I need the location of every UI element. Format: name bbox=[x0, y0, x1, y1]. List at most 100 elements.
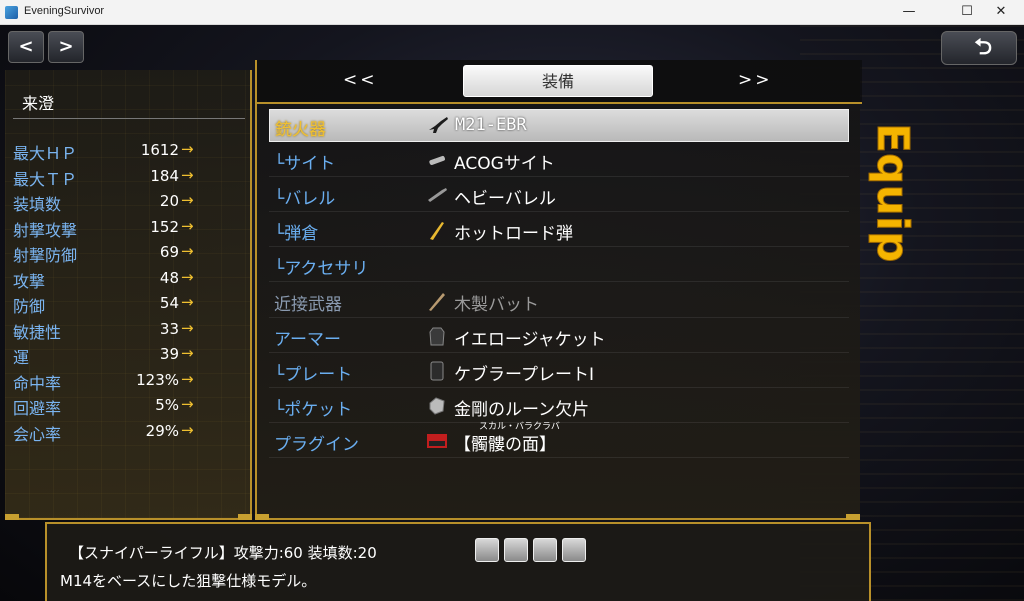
back-button[interactable]: ⮌ bbox=[941, 31, 1017, 65]
stat-label: 回避率 bbox=[13, 399, 62, 418]
slot-label: アーマー bbox=[274, 330, 341, 350]
slot-label: プラグイン bbox=[274, 435, 359, 455]
close-button[interactable]: ✕ bbox=[978, 0, 1024, 25]
next-character-button[interactable]: > bbox=[48, 31, 84, 63]
slot-row-plate[interactable]: └プレート ケブラープレートⅠ bbox=[269, 355, 849, 388]
slot-row-melee[interactable]: 近接武器 木製バット bbox=[269, 285, 849, 318]
ammo-attr-icon bbox=[504, 538, 528, 562]
plate-icon bbox=[430, 361, 444, 381]
stat-value: 54 bbox=[159, 294, 179, 312]
slot-row-accessory[interactable]: └アクセサリ bbox=[269, 249, 849, 282]
plugin-icon bbox=[427, 434, 447, 448]
sight-attr-icon bbox=[533, 538, 557, 562]
arrow-right-icon: → bbox=[181, 319, 194, 337]
tab-prev-button[interactable]: << bbox=[343, 70, 378, 90]
arrow-right-icon: → bbox=[181, 395, 194, 413]
arrow-right-icon: → bbox=[181, 370, 194, 388]
bullet-icon bbox=[430, 222, 444, 240]
stat-label: 攻撃 bbox=[13, 272, 46, 291]
tool-attr-icon bbox=[562, 538, 586, 562]
equip-side-label: Equip bbox=[867, 123, 919, 263]
slot-label: 銃火器 bbox=[275, 120, 326, 140]
stat-row: 会心率 29% → bbox=[13, 421, 245, 446]
stat-label: 会心率 bbox=[13, 425, 62, 444]
stat-row: 攻撃 48 → bbox=[13, 268, 245, 293]
arrow-right-icon: → bbox=[181, 217, 194, 235]
slot-label: └弾倉 bbox=[274, 224, 319, 244]
game-screen: < > ⮌ 来澄 最大ＨＰ 1612 → 最大ＴＰ 184 → 装填数 20 →… bbox=[0, 25, 1024, 601]
stat-label: 最大ＨＰ bbox=[13, 144, 78, 163]
stat-row: 敏捷性 33 → bbox=[13, 319, 245, 344]
scope-icon bbox=[429, 155, 445, 165]
arrow-right-icon: → bbox=[181, 140, 194, 158]
stat-value: 29% bbox=[145, 422, 179, 440]
rifle-icon bbox=[429, 117, 448, 133]
slot-row-armor[interactable]: アーマー イエロージャケット bbox=[269, 320, 849, 353]
stat-row: 防御 54 → bbox=[13, 293, 245, 318]
barrel-icon bbox=[428, 188, 447, 202]
slot-item: ヘビーバレル bbox=[454, 189, 556, 209]
app-icon bbox=[5, 6, 18, 19]
slot-row-sight[interactable]: └サイト ACOGサイト bbox=[269, 144, 849, 177]
tab-bar: << 装備 >> bbox=[257, 60, 862, 104]
stat-row: 射撃防御 69 → bbox=[13, 242, 245, 267]
jacket-icon bbox=[429, 327, 445, 346]
slot-row-firearm[interactable]: 銃火器 M21-EBR bbox=[269, 109, 849, 142]
stat-row: 最大ＨＰ 1612 → bbox=[13, 140, 245, 165]
stat-label: 装填数 bbox=[13, 195, 62, 214]
arrow-right-icon: → bbox=[181, 242, 194, 260]
equip-panel: << 装備 >> 銃火器 M21-EBR └サイト ACOGサイト └バレル ヘ… bbox=[255, 60, 862, 520]
stat-value: 39 bbox=[159, 345, 179, 363]
panel-corner bbox=[238, 514, 252, 520]
stats-panel: 来澄 最大ＨＰ 1612 → 最大ＴＰ 184 → 装填数 20 → 射撃攻撃 … bbox=[5, 70, 252, 520]
rune-icon bbox=[429, 397, 445, 415]
tab-next-button[interactable]: >> bbox=[738, 70, 773, 90]
stat-label: 命中率 bbox=[13, 374, 62, 393]
minimize-button[interactable]: — bbox=[886, 0, 932, 25]
stat-row: 最大ＴＰ 184 → bbox=[13, 166, 245, 191]
window-titlebar: EveningSurvivor — ☐ ✕ bbox=[0, 0, 1024, 25]
slot-item: ケブラープレートⅠ bbox=[454, 365, 594, 385]
slot-label: └ポケット bbox=[274, 400, 353, 420]
stat-row: 装填数 20 → bbox=[13, 191, 245, 216]
stat-value: 152 bbox=[150, 218, 179, 236]
stat-value: 123% bbox=[136, 371, 179, 389]
stat-label: 防御 bbox=[13, 297, 46, 316]
slot-item: 金剛のルーン欠片 bbox=[454, 400, 590, 420]
slot-item: M21-EBR bbox=[455, 115, 527, 135]
stat-value: 20 bbox=[159, 192, 179, 210]
stat-value: 33 bbox=[159, 320, 179, 338]
slot-label: └バレル bbox=[274, 189, 336, 209]
arrow-right-icon: → bbox=[181, 344, 194, 362]
item-description-line1: 【スナイパーライフル】攻撃力:60 装填数:20 bbox=[69, 544, 377, 562]
stat-value: 5% bbox=[155, 396, 179, 414]
slot-row-barrel[interactable]: └バレル ヘビーバレル bbox=[269, 179, 849, 212]
arrow-right-icon: → bbox=[181, 293, 194, 311]
arrow-right-icon: → bbox=[181, 166, 194, 184]
item-description-box: 【スナイパーライフル】攻撃力:60 装填数:20 M14をベースにした狙撃仕様モ… bbox=[45, 522, 871, 601]
slot-row-magazine[interactable]: └弾倉 ホットロード弾 bbox=[269, 214, 849, 247]
panel-corner bbox=[5, 514, 19, 520]
item-description-line2: M14をベースにした狙撃仕様モデル。 bbox=[60, 572, 317, 590]
slot-item: ACOGサイト bbox=[454, 154, 555, 174]
arrow-right-icon: → bbox=[181, 421, 194, 439]
tab-equip[interactable]: 装備 bbox=[463, 65, 653, 97]
stat-value: 48 bbox=[159, 269, 179, 287]
slot-item: 木製バット bbox=[454, 295, 539, 315]
stat-row: 運 39 → bbox=[13, 344, 245, 369]
prev-character-button[interactable]: < bbox=[8, 31, 44, 63]
arrow-right-icon: → bbox=[181, 191, 194, 209]
slot-label: └サイト bbox=[274, 154, 336, 174]
slot-item: ホットロード弾 bbox=[454, 224, 573, 244]
stat-row: 射撃攻撃 152 → bbox=[13, 217, 245, 242]
stat-label: 射撃防御 bbox=[13, 246, 78, 265]
stat-value: 69 bbox=[159, 243, 179, 261]
stat-row: 命中率 123% → bbox=[13, 370, 245, 395]
slot-label: 近接武器 bbox=[274, 295, 342, 315]
window-title: EveningSurvivor bbox=[24, 5, 105, 17]
character-name: 来澄 bbox=[22, 94, 55, 113]
equip-side-text: Equip bbox=[867, 123, 918, 262]
slot-row-plugin[interactable]: プラグイン スカル・バラクラバ 【髑髏の面】 bbox=[269, 422, 849, 458]
panel-corner bbox=[846, 514, 860, 520]
stat-value: 1612 bbox=[140, 141, 179, 159]
